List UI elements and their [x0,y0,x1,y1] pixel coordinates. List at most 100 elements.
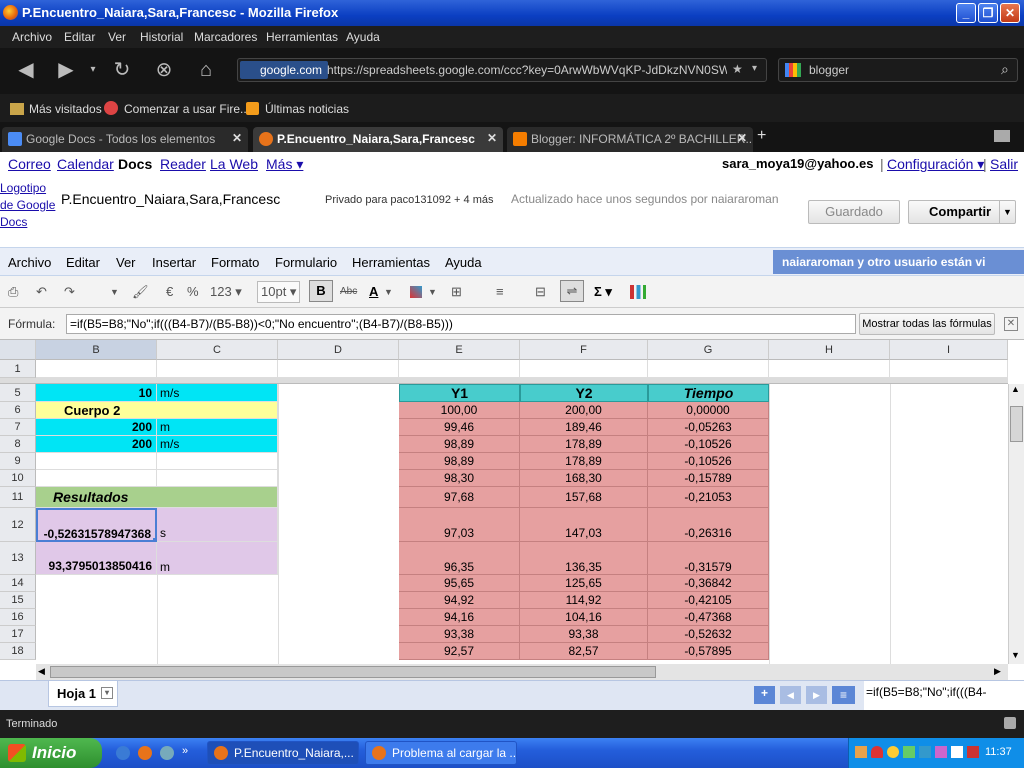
close-tab-icon[interactable]: ✕ [232,131,242,145]
link-salir[interactable]: Salir [990,156,1018,172]
collaborators-banner[interactable]: naiararoman y otro usuario están vi [773,250,1024,274]
cell-e9[interactable]: 98,89 [399,453,520,470]
cell-c13[interactable]: m [157,542,278,575]
tray-icon[interactable] [919,746,931,758]
stop-icon[interactable]: ⊗ [150,56,178,84]
row-header[interactable]: 15 [0,592,36,609]
task-encuentro[interactable]: P.Encuentro_Naiara,... [207,741,359,765]
ff-menu-ayuda[interactable]: Ayuda [346,30,380,44]
google-search-icon[interactable] [785,63,801,77]
cell-g14[interactable]: -0,36842 [648,575,769,592]
share-button[interactable]: Compartir ▼ [908,200,1016,224]
ie-quicklaunch-icon[interactable] [116,746,130,760]
cell-e8[interactable]: 98,89 [399,436,520,453]
scroll-down-icon[interactable]: ▼ [1011,650,1020,660]
row-header[interactable]: 5 [0,384,36,402]
cell-e1[interactable] [399,360,520,378]
cell-f18[interactable]: 82,57 [520,643,648,660]
functions-button[interactable]: Σ ▾ [594,284,612,300]
close-formula-icon[interactable]: ✕ [1004,317,1018,331]
menu-formato[interactable]: Formato [211,255,259,270]
header-y1[interactable]: Y1 [399,384,520,402]
cell-e6[interactable]: 100,00 [399,402,520,419]
corner-cell[interactable] [0,340,36,360]
cell-b10[interactable] [36,470,157,487]
formula-input[interactable]: =if(B5=B8;"No";if(((B4-B7)/(B5-B8))<0;"N… [66,314,856,334]
percent-button[interactable]: % [187,284,199,299]
cell-f12[interactable]: 147,03 [520,508,648,542]
link-la-web[interactable]: La Web [210,156,258,172]
cell-f6[interactable]: 200,00 [520,402,648,419]
cell-f11[interactable]: 157,68 [520,487,648,508]
shield-icon[interactable] [871,746,883,758]
cell-e12[interactable]: 97,03 [399,508,520,542]
col-header-d[interactable]: D [278,340,399,360]
privacy-status[interactable]: Privado para paco131092 + 4 más [325,194,493,206]
cell-g15[interactable]: -0,42105 [648,592,769,609]
scroll-left-icon[interactable]: ◀ [38,666,45,677]
tray-icon[interactable] [967,746,979,758]
align-icon[interactable]: ≡ [496,284,504,299]
menu-insertar[interactable]: Insertar [152,255,196,270]
cell-b8[interactable]: 200 [36,436,157,453]
show-all-formulas-button[interactable]: Mostrar todas las fórmulas [859,313,995,335]
paint-format-icon[interactable]: 🖌 [132,284,149,300]
strikethrough-button[interactable]: Abc [340,286,357,297]
print-icon[interactable]: ⎙ [8,284,18,300]
row-header[interactable]: 1 [0,360,36,378]
cell-f7[interactable]: 189,46 [520,419,648,436]
vertical-scroll-thumb[interactable] [1010,406,1023,442]
row-header[interactable]: 18 [0,643,36,660]
cell-f1[interactable] [520,360,648,378]
forward-icon[interactable]: ▶ [52,56,80,84]
next-sheet-icon[interactable]: ▶ [806,686,827,704]
cell-e10[interactable]: 98,30 [399,470,520,487]
row-header[interactable]: 17 [0,626,36,643]
cell-e11[interactable]: 97,68 [399,487,520,508]
link-calendar[interactable]: Calendar [57,156,114,172]
cell-e18[interactable]: 92,57 [399,643,520,660]
cell-f15[interactable]: 114,92 [520,592,648,609]
cell-b9[interactable] [36,453,157,470]
cell-h1[interactable] [769,360,890,378]
cell-e14[interactable]: 95,65 [399,575,520,592]
cell-c9[interactable] [157,453,278,470]
url-dropdown-icon[interactable]: ▾ [752,63,757,74]
menu-archivo[interactable]: Archivo [8,255,51,270]
ff-menu-editar[interactable]: Editar [64,30,95,44]
url-text[interactable]: https://spreadsheets.google.com/ccc?key=… [327,63,727,77]
sheet-menu-dropdown-icon[interactable]: ▾ [101,687,113,699]
sheet-tab-hoja1[interactable]: Hoja 1 ▾ [48,681,118,707]
saved-button[interactable]: Guardado [808,200,900,224]
cell-g16[interactable]: -0,47368 [648,609,769,626]
row-header[interactable]: 14 [0,575,36,592]
cell-f14[interactable]: 125,65 [520,575,648,592]
horizontal-scrollbar[interactable]: ◀ ▶ [36,664,1008,680]
cell-f13[interactable]: 136,35 [520,542,648,575]
cell-g6[interactable]: 0,00000 [648,402,769,419]
bookmark-comenzar[interactable]: Comenzar a usar Fire... [124,102,250,116]
search-bar[interactable]: blogger ⌕ [778,58,1018,82]
cell-b11[interactable]: Resultados [36,487,278,508]
cell-g9[interactable]: -0,10526 [648,453,769,470]
tray-icon[interactable] [855,746,867,758]
row-header[interactable]: 12 [0,508,36,542]
cell-b12-selected[interactable]: -0,52631578947368 [36,508,157,542]
cell-f8[interactable]: 178,89 [520,436,648,453]
close-tab-icon[interactable]: ✕ [487,131,497,145]
cell-e15[interactable]: 94,92 [399,592,520,609]
cell-e7[interactable]: 99,46 [399,419,520,436]
cell-f10[interactable]: 168,30 [520,470,648,487]
zoom-dropdown-icon[interactable]: ▼ [110,287,119,297]
cell-f17[interactable]: 93,38 [520,626,648,643]
search-icon[interactable]: ⌕ [1001,61,1009,78]
bookmark-ultimas-noticias[interactable]: Últimas noticias [265,102,349,116]
scroll-up-icon[interactable]: ▲ [1011,384,1020,394]
link-mas[interactable]: Más ▾ [266,156,303,173]
menu-formulario[interactable]: Formulario [275,255,337,270]
vertical-scrollbar[interactable]: ▲ ▼ [1008,384,1024,664]
row-header[interactable]: 9 [0,453,36,470]
cell-f9[interactable]: 178,89 [520,453,648,470]
text-color-dropdown-icon[interactable]: ▼ [384,287,393,297]
cell-b5[interactable]: 10 [36,384,157,402]
